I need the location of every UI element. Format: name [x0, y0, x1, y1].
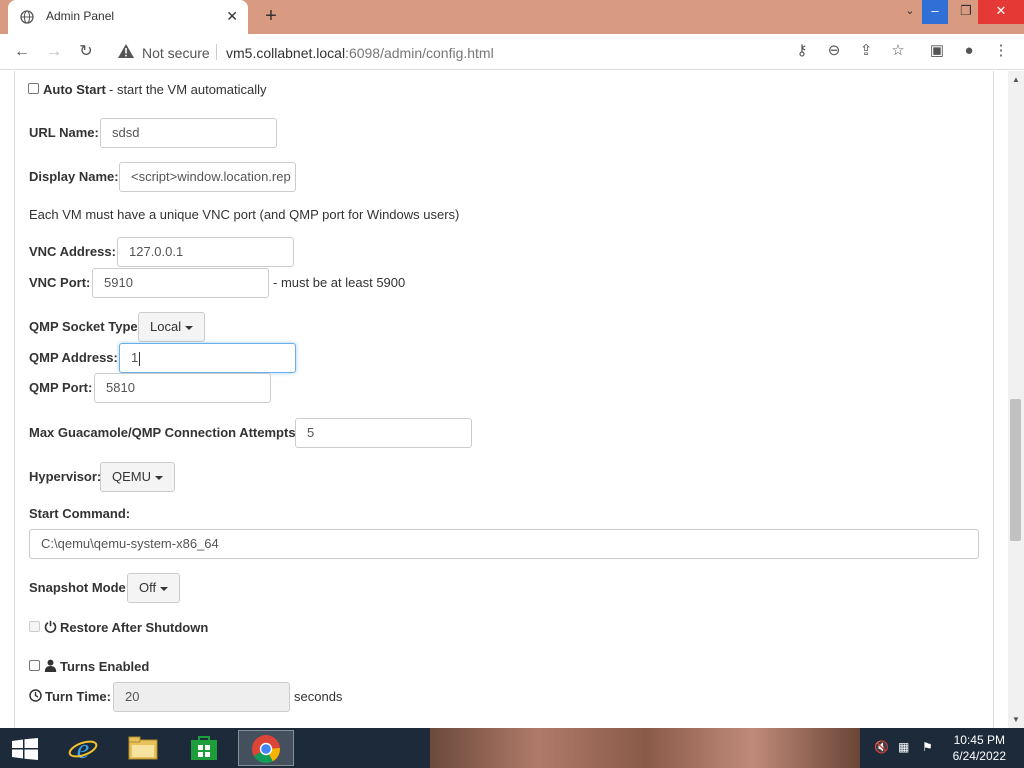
- url-text[interactable]: vm5.collabnet.local:6098/admin/config.ht…: [226, 45, 494, 61]
- chrome-taskbar-icon[interactable]: [238, 730, 294, 766]
- auto-start-checkbox[interactable]: [28, 83, 39, 94]
- turns-enabled-checkbox[interactable]: [29, 660, 40, 671]
- new-tab-button[interactable]: +: [260, 5, 282, 28]
- max-attempts-label: Max Guacamole/QMP Connection Attempts:: [29, 425, 300, 440]
- url-name-input[interactable]: sdsd: [100, 118, 277, 148]
- turns-enabled-label: Turns Enabled: [60, 659, 150, 674]
- auto-start-label: Auto Start: [43, 82, 106, 97]
- back-arrow-icon[interactable]: ←: [12, 42, 32, 62]
- scroll-up-arrow-icon[interactable]: ▲: [1012, 75, 1020, 84]
- file-explorer-taskbar-icon[interactable]: [115, 730, 171, 766]
- volume-muted-icon[interactable]: 🔇: [874, 740, 889, 754]
- vm-config-form: Auto Start - start the VM automatically …: [14, 71, 994, 728]
- bookmark-star-icon[interactable]: ☆: [889, 42, 907, 60]
- start-button[interactable]: [0, 730, 50, 766]
- reload-icon[interactable]: ↻: [76, 42, 96, 62]
- qmp-address-input[interactable]: 1: [119, 343, 296, 373]
- display-name-input[interactable]: <script>window.location.rep: [119, 162, 296, 192]
- page-scrollbar[interactable]: ▲ ▼: [1008, 71, 1024, 728]
- vnc-port-hint: - must be at least 5900: [273, 275, 406, 290]
- ie-icon: e: [68, 734, 98, 765]
- vnc-address-label: VNC Address:: [29, 244, 116, 259]
- scrollbar-thumb[interactable]: [1010, 399, 1021, 541]
- turn-time-input[interactable]: 20: [113, 682, 290, 712]
- address-bar[interactable]: Not secure vm5.collabnet.local:6098/admi…: [106, 38, 780, 66]
- minimize-button[interactable]: –: [922, 0, 948, 24]
- omnibox-divider: [216, 44, 217, 60]
- clock-time: 10:45 PM: [953, 733, 1005, 747]
- clock-date: 6/24/2022: [952, 749, 1006, 763]
- qmp-socket-type-dropdown[interactable]: Local: [138, 312, 206, 342]
- key-icon[interactable]: ⚷: [793, 42, 811, 60]
- side-panel-icon[interactable]: ▣: [928, 42, 946, 60]
- internet-explorer-taskbar-icon[interactable]: e: [55, 730, 111, 766]
- user-icon: [44, 659, 57, 672]
- warning-icon: [118, 44, 134, 58]
- vnc-address-input[interactable]: 127.0.0.1: [117, 237, 294, 267]
- zoom-icon[interactable]: ⊖: [825, 42, 843, 60]
- taskbar-wallpaper: [430, 728, 860, 768]
- hypervisor-dropdown[interactable]: QEMU: [100, 462, 175, 492]
- start-command-label: Start Command:: [29, 506, 131, 521]
- tab-title: Admin Panel: [46, 9, 115, 23]
- caret-down-icon: [185, 325, 194, 330]
- chrome-icon: [252, 735, 280, 764]
- profile-icon[interactable]: ●: [960, 42, 978, 60]
- taskbar-clock[interactable]: 10:45 PM 6/24/2022: [953, 732, 1006, 764]
- action-center-icon[interactable]: ⚑: [922, 740, 933, 754]
- hypervisor-label: Hypervisor:: [29, 469, 102, 484]
- vnc-port-input[interactable]: 5910: [92, 268, 269, 298]
- globe-icon: [20, 10, 34, 24]
- start-command-input[interactable]: C:\qemu\qemu-system-x86_64: [29, 529, 979, 559]
- windows-logo-icon: [12, 738, 38, 760]
- store-taskbar-icon[interactable]: [176, 730, 232, 766]
- forward-arrow-icon[interactable]: →: [44, 42, 64, 62]
- url-name-label: URL Name:: [29, 125, 99, 140]
- caret-down-icon: [155, 475, 163, 480]
- snapshot-mode-label: Snapshot Mode:: [29, 580, 131, 595]
- svg-text:e: e: [77, 734, 89, 762]
- snapshot-mode-dropdown[interactable]: Off: [127, 573, 181, 603]
- store-icon: [191, 736, 217, 760]
- folder-icon: [128, 736, 158, 760]
- turn-time-label: Turn Time:: [45, 689, 111, 704]
- menu-kebab-icon[interactable]: ⋮: [992, 42, 1010, 60]
- text-cursor: [139, 351, 141, 366]
- restore-after-shutdown-checkbox[interactable]: [29, 621, 40, 632]
- qmp-port-label: QMP Port:: [29, 380, 93, 395]
- clock-icon: [29, 689, 42, 702]
- qmp-port-input[interactable]: 5810: [94, 373, 271, 403]
- scroll-down-arrow-icon[interactable]: ▼: [1012, 715, 1020, 724]
- close-window-button[interactable]: ✕: [978, 0, 1024, 24]
- auto-start-desc: - start the VM automatically: [109, 82, 267, 97]
- vnc-port-label: VNC Port:: [29, 275, 91, 290]
- browser-tab-bar: Admin Panel ✕ + ⌄ – ❐ ✕: [0, 0, 1024, 34]
- windows-taskbar: e 🔇 ▦ ⚑ 10:45 PM 6/24/2022: [0, 728, 1024, 768]
- max-attempts-input[interactable]: 5: [295, 418, 472, 448]
- vnc-note: Each VM must have a unique VNC port (and…: [29, 207, 460, 222]
- not-secure-label[interactable]: Not secure: [142, 45, 210, 61]
- tab-admin-panel[interactable]: Admin Panel ✕: [8, 0, 248, 34]
- qmp-address-label: QMP Address:: [29, 350, 118, 365]
- qmp-socket-type-label: QMP Socket Type:: [29, 319, 142, 334]
- network-icon[interactable]: ▦: [898, 740, 909, 754]
- tab-close-icon[interactable]: ✕: [226, 8, 238, 25]
- restore-after-shutdown-label: Restore After Shutdown: [60, 620, 209, 635]
- caret-down-icon: [160, 586, 169, 591]
- page-viewport: Auto Start - start the VM automatically …: [0, 71, 1008, 728]
- turn-time-unit: seconds: [294, 689, 343, 704]
- power-icon: [44, 620, 57, 633]
- share-icon[interactable]: ⇪: [857, 42, 875, 60]
- display-name-label: Display Name:: [29, 169, 119, 184]
